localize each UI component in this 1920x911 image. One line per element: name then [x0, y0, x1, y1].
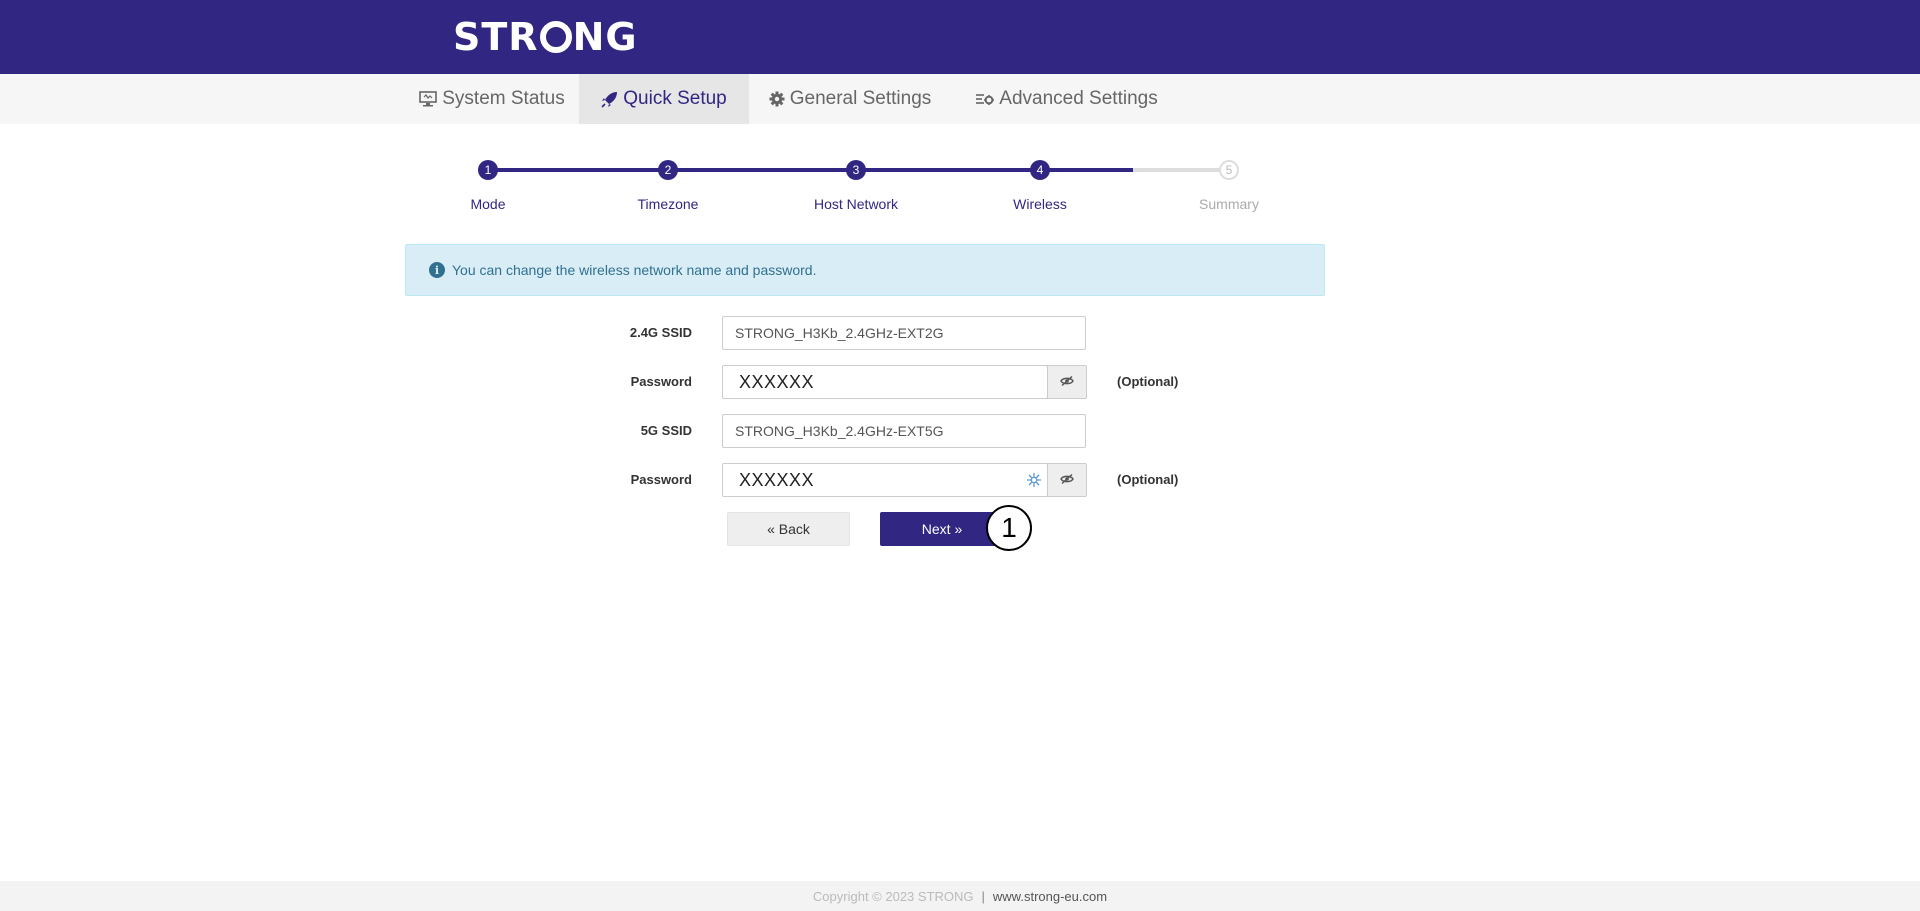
info-icon: i	[429, 262, 445, 278]
password5-optional: (Optional)	[1117, 472, 1179, 487]
footer: Copyright © 2023 STRONG | www.strong-eu.…	[0, 881, 1920, 911]
eye-slash-icon	[1060, 373, 1074, 391]
rocket-icon	[601, 91, 618, 108]
ssid24-input[interactable]: STRONG_H3Kb_2.4GHz-EXT2G	[722, 316, 1086, 350]
step-dot-wireless: 4	[1030, 160, 1050, 180]
password24-input[interactable]: XXXXXX	[722, 365, 1048, 399]
password-manager-icon[interactable]	[1026, 472, 1042, 488]
logo-text-left: STR	[453, 15, 539, 59]
ssid24-label: 2.4G SSID	[629, 325, 692, 340]
gear-icon	[769, 91, 785, 107]
step-dot-summary: 5	[1219, 160, 1239, 180]
tab-label: General Settings	[789, 88, 932, 109]
info-alert: i You can change the wireless network na…	[405, 244, 1325, 296]
ssid5-input[interactable]: STRONG_H3Kb_2.4GHz-EXT5G	[722, 414, 1086, 448]
annotation-marker: 1	[986, 505, 1032, 551]
password24-label: Password	[630, 374, 692, 389]
step-dot-host-network: 3	[846, 160, 866, 180]
step-dot-timezone: 2	[658, 160, 678, 180]
tab-label: Advanced Settings	[999, 88, 1158, 109]
tab-system-status[interactable]: System Status	[404, 74, 580, 124]
tab-label: Quick Setup	[623, 88, 727, 109]
step-remaining-line	[1133, 168, 1229, 172]
step-label-wireless: Wireless	[1013, 196, 1067, 212]
alert-text: You can change the wireless network name…	[452, 262, 817, 278]
tab-label: System Status	[442, 88, 565, 109]
footer-link[interactable]: www.strong-eu.com	[993, 889, 1107, 904]
tab-quick-setup[interactable]: Quick Setup	[579, 74, 749, 124]
password5-input[interactable]: XXXXXX	[722, 463, 1048, 497]
tab-advanced-settings[interactable]: Advanced Settings	[972, 74, 1162, 124]
step-dot-mode: 1	[478, 160, 498, 180]
copyright-text: Copyright © 2023 STRONG	[812, 888, 974, 904]
main-nav: System Status Quick Setup General Settin…	[0, 74, 1920, 124]
setup-stepper: 1 2 3 4 5 Mode Timezone Host Network Wir…	[0, 150, 1920, 220]
step-label-mode: Mode	[470, 196, 506, 212]
step-label-host-network: Host Network	[813, 196, 899, 212]
password5-label: Password	[630, 472, 692, 487]
toggle-password24-button[interactable]	[1047, 365, 1087, 399]
sliders-icon	[976, 92, 995, 106]
toggle-password5-button[interactable]	[1047, 463, 1087, 497]
logo-o-ring	[539, 21, 572, 53]
eye-slash-icon	[1060, 471, 1074, 489]
logo-text-right: NG	[572, 15, 638, 59]
password24-optional: (Optional)	[1117, 374, 1179, 389]
header-bar: STR NG	[0, 0, 1920, 74]
monitor-icon	[419, 91, 438, 107]
strong-logo: STR NG	[453, 15, 638, 59]
step-label-timezone: Timezone	[637, 196, 699, 212]
back-button[interactable]: « Back	[727, 512, 850, 546]
ssid5-label: 5G SSID	[640, 423, 692, 438]
footer-separator: |	[981, 888, 985, 904]
step-label-summary: Summary	[1199, 196, 1259, 212]
tab-general-settings[interactable]: General Settings	[760, 74, 940, 124]
